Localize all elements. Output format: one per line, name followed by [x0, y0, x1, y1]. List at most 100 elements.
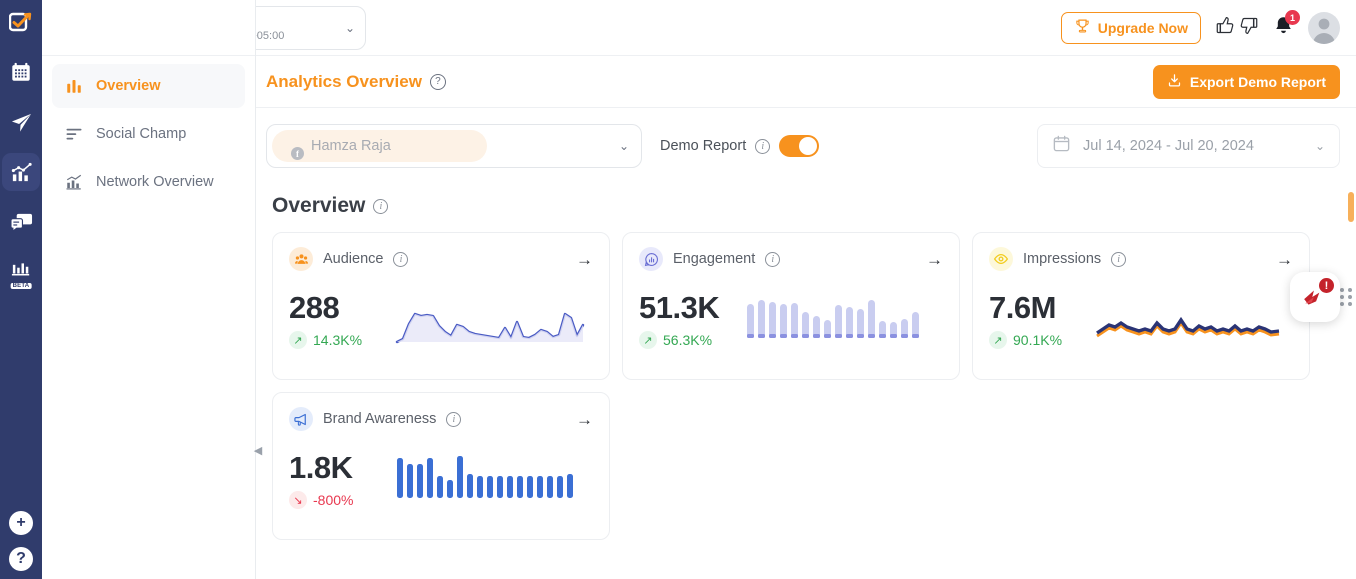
alert-widget-icon: !	[1295, 277, 1335, 317]
delta-value: 56.3K%	[663, 332, 712, 348]
card-delta: ↗ 56.3K%	[639, 331, 745, 349]
topbar: M Micheal John Workspace • UTC+05:00 ⌄	[256, 0, 1356, 56]
workspace-name: Micheal John	[256, 13, 284, 28]
card-title: Impressions	[1023, 251, 1101, 267]
metric-card-engagement[interactable]: Engagement i → 51.3K ↗ 56.3K%	[622, 232, 960, 380]
page-header: Analytics Overview ? Export Demo Report	[256, 56, 1356, 108]
export-label: Export Demo Report	[1190, 74, 1326, 90]
feedback-buttons[interactable]	[1215, 15, 1259, 41]
info-icon[interactable]: i	[393, 252, 408, 267]
chevron-down-icon: ⌄	[1315, 139, 1325, 153]
demo-report-toggle[interactable]	[779, 135, 819, 157]
info-icon[interactable]: i	[765, 252, 780, 267]
delta-value: 90.1K%	[1013, 332, 1062, 348]
sidebar-collapse-handle[interactable]: ◀	[249, 430, 267, 470]
arrow-right-icon[interactable]: →	[576, 251, 593, 268]
card-header: Engagement i →	[639, 247, 943, 271]
beta-badge: BETA	[11, 283, 32, 289]
section-title: Overview	[272, 194, 365, 218]
app-logo[interactable]	[9, 10, 33, 39]
info-icon[interactable]: i	[755, 139, 770, 154]
card-delta: ↗ 90.1K%	[989, 331, 1095, 349]
analytics-icon	[10, 161, 33, 184]
chevron-down-icon: ⌄	[619, 139, 629, 153]
trend-up-icon: ↗	[639, 331, 657, 349]
metric-card-impressions[interactable]: Impressions i → 7.6M ↗ 90.1K%	[972, 232, 1310, 380]
card-body: 1.8K ↘ -800%	[289, 449, 593, 511]
notification-badge: 1	[1285, 10, 1300, 25]
sidebar: Overview Social Champ	[42, 0, 256, 579]
bar-chart-icon	[64, 76, 84, 96]
arrow-right-icon[interactable]: →	[576, 411, 593, 428]
calendar-icon	[10, 61, 32, 83]
scrollbar-track[interactable]	[1348, 60, 1354, 579]
card-metrics: 288 ↗ 14.3K%	[289, 291, 395, 349]
sparkline-bar-chart	[395, 449, 593, 511]
chevron-down-icon: ⌄	[345, 21, 355, 35]
demo-report-control: Demo Report i	[660, 135, 819, 157]
overview-section-header: Overview i	[256, 168, 1356, 218]
drag-handle-dots[interactable]	[1340, 288, 1353, 306]
delta-value: 14.3K%	[313, 332, 362, 348]
metric-cards: Audience i → 288 ↗ 14.3K%	[256, 218, 1356, 540]
facebook-badge-icon: f	[291, 147, 304, 160]
card-delta: ↘ -800%	[289, 491, 395, 509]
date-range-picker[interactable]: Jul 14, 2024 - Jul 20, 2024 ⌄	[1037, 124, 1340, 168]
icon-rail: BETA + ?	[0, 0, 42, 579]
account-select[interactable]: f Hamza Raja ⌄	[266, 124, 642, 168]
rail-item-inbox[interactable]	[2, 203, 40, 241]
sidebar-item-overview[interactable]: Overview	[52, 64, 245, 108]
metric-card-brand-awareness[interactable]: Brand Awareness i → 1.8K ↘ -800%	[272, 392, 610, 540]
scrollbar-thumb[interactable]	[1348, 192, 1354, 222]
card-delta: ↗ 14.3K%	[289, 331, 395, 349]
export-demo-report-button[interactable]: Export Demo Report	[1153, 65, 1340, 99]
metric-card-audience[interactable]: Audience i → 288 ↗ 14.3K%	[272, 232, 610, 380]
calendar-icon	[1052, 134, 1071, 158]
arrow-right-icon[interactable]: →	[1276, 251, 1293, 268]
support-widget-button[interactable]: !	[1290, 272, 1340, 322]
card-header: Audience i →	[289, 247, 593, 271]
demo-report-label: Demo Report	[660, 138, 746, 154]
card-metrics: 7.6M ↗ 90.1K%	[989, 291, 1095, 349]
card-title: Brand Awareness	[323, 411, 436, 427]
sidebar-item-label: Overview	[96, 78, 161, 94]
delta-value: -800%	[313, 492, 353, 508]
main-content: M Micheal John Workspace • UTC+05:00 ⌄	[256, 0, 1356, 579]
workspace-selector[interactable]: M Micheal John Workspace • UTC+05:00 ⌄	[256, 6, 366, 50]
thumbs-up-icon[interactable]	[1215, 15, 1236, 41]
reports-beta-icon	[10, 261, 33, 284]
megaphone-icon	[289, 407, 313, 431]
chat-icon	[10, 211, 33, 234]
arrow-right-icon[interactable]: →	[926, 251, 943, 268]
card-value: 1.8K	[289, 451, 395, 485]
rail-item-publish[interactable]	[2, 103, 40, 141]
sidebar-item-label: Social Champ	[96, 126, 186, 142]
user-avatar[interactable]	[1308, 12, 1340, 44]
upgrade-now-button[interactable]: Upgrade Now	[1061, 12, 1201, 44]
account-chip: f Hamza Raja	[272, 130, 487, 162]
account-name: Hamza Raja	[311, 138, 391, 154]
card-body: 7.6M ↗ 90.1K%	[989, 289, 1293, 351]
info-icon[interactable]: i	[446, 412, 461, 427]
growth-chart-icon	[64, 172, 84, 192]
rail-item-analytics[interactable]	[2, 153, 40, 191]
info-icon[interactable]: i	[373, 199, 388, 214]
thumbs-down-icon[interactable]	[1238, 15, 1259, 41]
add-button[interactable]: +	[9, 511, 33, 535]
notifications-button[interactable]: 1	[1273, 15, 1294, 41]
info-icon[interactable]: i	[1111, 252, 1126, 267]
rail-bottom-actions: + ?	[0, 511, 42, 571]
impressions-icon	[989, 247, 1013, 271]
sidebar-item-label: Network Overview	[96, 174, 214, 190]
sidebar-item-social-champ[interactable]: Social Champ	[52, 112, 245, 156]
help-button[interactable]: ?	[9, 547, 33, 571]
rail-item-calendar[interactable]	[2, 53, 40, 91]
trend-up-icon: ↗	[989, 331, 1007, 349]
sidebar-item-network-overview[interactable]: Network Overview	[52, 160, 245, 204]
topbar-actions: Upgrade Now	[1061, 0, 1340, 56]
upgrade-label: Upgrade Now	[1098, 20, 1188, 36]
question-mark-icon[interactable]: ?	[430, 74, 446, 90]
sparkline-bar-chart	[745, 289, 943, 351]
rail-item-reports[interactable]: BETA	[2, 253, 40, 291]
audience-icon	[289, 247, 313, 271]
